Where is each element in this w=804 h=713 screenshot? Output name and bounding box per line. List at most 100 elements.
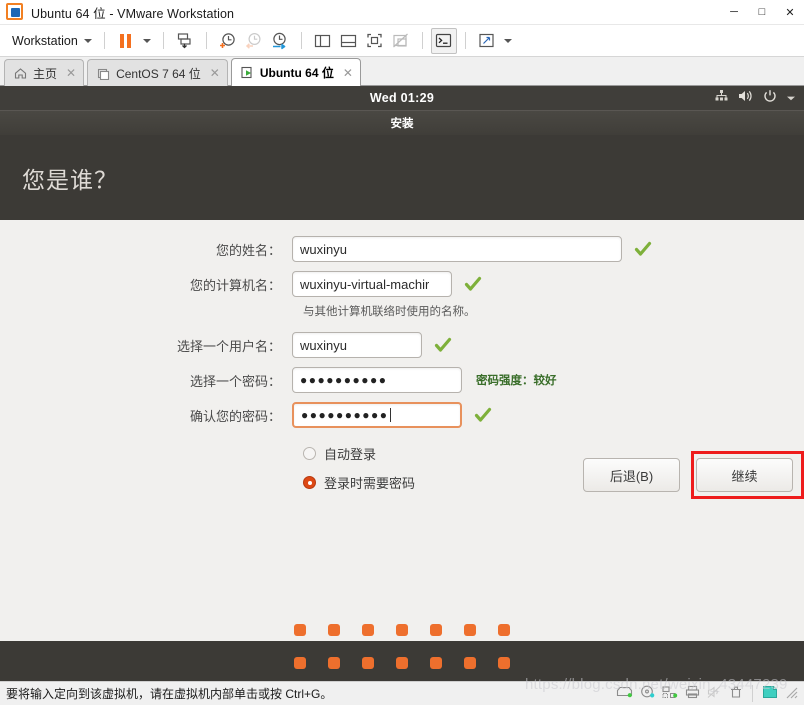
tab-close-icon[interactable]: ✕	[66, 66, 76, 80]
progress-dot	[294, 657, 306, 669]
progress-dot	[294, 624, 306, 636]
hostname-value: wuxinyu-virtual-machir	[300, 276, 430, 292]
installer-footer-strip	[0, 641, 804, 681]
toolbar-separator	[464, 32, 466, 49]
tab-centos-label: CentOS 7 64 位	[116, 66, 201, 81]
autologin-label: 自动登录	[324, 447, 377, 462]
pause-dropdown[interactable]	[139, 28, 155, 54]
back-button[interactable]: 后退(B)	[583, 458, 680, 492]
radio-unselected-icon	[303, 447, 316, 460]
toolbar-separator	[300, 32, 302, 49]
installer-window-title: 安装	[0, 110, 804, 135]
vmware-logo-icon	[6, 3, 24, 21]
take-snapshot-button[interactable]	[215, 28, 241, 54]
confirm-password-value: ●●●●●●●●●●	[301, 408, 389, 422]
ubuntu-top-panel: Wed 01:29	[0, 86, 804, 110]
status-separator	[752, 685, 753, 702]
progress-dot	[498, 624, 510, 636]
tab-close-icon[interactable]: ✕	[210, 66, 220, 80]
display-icon[interactable]	[762, 685, 778, 702]
snapshot-manager-icon	[273, 32, 286, 50]
username-input[interactable]: wuxinyu	[292, 332, 422, 358]
show-thumbnail-bar-button[interactable]	[336, 28, 362, 54]
green-check-icon	[634, 240, 652, 258]
tab-centos[interactable]: CentOS 7 64 位 ✕	[87, 59, 228, 86]
status-message: 要将输入定向到该虚拟机，请在虚拟机内部单击或按 Ctrl+G。	[6, 687, 333, 701]
require-password-radio[interactable]: 登录时需要密码	[303, 473, 415, 492]
fullscreen-button[interactable]	[362, 28, 388, 54]
green-check-icon	[474, 406, 492, 424]
minimize-button[interactable]: ─	[720, 0, 748, 25]
hostname-hint: 与其他计算机联络时使用的名称。	[303, 306, 476, 318]
toolbar-separator	[103, 32, 105, 49]
hostname-hint-row: 与其他计算机联络时使用的名称。	[0, 297, 804, 319]
show-library-button[interactable]	[310, 28, 336, 54]
password-value: ●●●●●●●●●●	[300, 373, 388, 387]
workstation-menu-button[interactable]: Workstation	[8, 34, 96, 48]
back-button-label: 后退(B)	[609, 468, 654, 484]
guest-vm-screen[interactable]: Wed 01:29 安装 您是谁？ 您的姓名： wuxinyu 您的计算机名： …	[0, 86, 804, 681]
thumbnail-bar-icon	[341, 34, 357, 48]
fullname-value: wuxinyu	[300, 241, 347, 257]
send-ctrl-alt-del-button[interactable]	[172, 28, 198, 54]
fullscreen-icon	[367, 33, 382, 48]
panel-clock[interactable]: Wed 01:29	[0, 91, 804, 105]
vmware-workstation-window: Ubuntu 64 位 - VMware Workstation ─ □ ✕ W…	[0, 0, 804, 713]
usb-icon[interactable]	[729, 685, 743, 702]
password-label: 选择一个密码：	[189, 373, 281, 389]
progress-dot	[396, 657, 408, 669]
radio-selected-icon	[303, 476, 316, 489]
unity-mode-button[interactable]	[388, 28, 414, 54]
fullname-input[interactable]: wuxinyu	[292, 236, 622, 262]
hostname-input[interactable]: wuxinyu-virtual-machir	[292, 271, 452, 297]
progress-dot	[328, 657, 340, 669]
field-row-confirm-password: 确认您的密码： ●●●●●●●●●●	[0, 393, 804, 428]
send-to-vm-icon	[178, 33, 191, 49]
progress-dot	[464, 657, 476, 669]
unity-mode-icon	[393, 33, 409, 48]
snapshot-add-icon	[220, 33, 235, 48]
field-row-username: 选择一个用户名： wuxinyu	[0, 319, 804, 358]
sound-card-icon[interactable]	[707, 685, 722, 702]
workstation-menu-label: Workstation	[12, 33, 78, 48]
network-adapter-icon[interactable]	[662, 685, 678, 702]
continue-button-highlight	[691, 451, 804, 499]
chevron-down-icon	[503, 38, 512, 43]
cd-dvd-icon[interactable]	[640, 685, 655, 702]
password-input[interactable]: ●●●●●●●●●●	[292, 367, 462, 393]
device-status-icons	[616, 685, 798, 702]
chevron-down-icon	[142, 38, 151, 43]
main-toolbar: Workstation	[0, 25, 804, 57]
green-check-icon	[464, 275, 482, 293]
pause-button[interactable]	[113, 28, 139, 54]
snapshot-manager-button[interactable]	[267, 28, 293, 54]
close-button[interactable]: ✕	[776, 0, 804, 25]
resize-grip-icon[interactable]	[785, 686, 798, 702]
field-row-hostname: 您的计算机名： wuxinyu-virtual-machir	[0, 262, 804, 297]
status-bar: 要将输入定向到该虚拟机，请在虚拟机内部单击或按 Ctrl+G。	[0, 681, 804, 705]
vm-running-icon	[241, 66, 254, 79]
library-panel-icon	[315, 34, 331, 48]
field-row-password: 选择一个密码： ●●●●●●●●●● 密码强度：较好	[0, 358, 804, 393]
hard-disk-icon[interactable]	[616, 685, 633, 702]
username-label: 选择一个用户名：	[176, 338, 281, 354]
tab-close-icon[interactable]: ✕	[343, 66, 353, 80]
progress-dot	[498, 657, 510, 669]
window-title: Ubuntu 64 位 - VMware Workstation	[31, 6, 235, 21]
console-view-button[interactable]	[430, 27, 457, 54]
toolbar-separator	[162, 32, 164, 49]
green-check-icon	[434, 336, 452, 354]
stretch-guest-button[interactable]	[474, 28, 500, 54]
tab-ubuntu[interactable]: Ubuntu 64 位 ✕	[230, 58, 361, 86]
stretch-dropdown[interactable]	[500, 28, 516, 54]
maximize-button[interactable]: □	[748, 0, 776, 25]
tab-home[interactable]: 主页 ✕	[4, 59, 85, 86]
confirm-password-input[interactable]: ●●●●●●●●●●	[292, 402, 462, 428]
autologin-radio[interactable]: 自动登录	[303, 444, 376, 463]
toolbar-separator	[421, 32, 423, 49]
revert-snapshot-button[interactable]	[241, 28, 267, 54]
progress-dot	[396, 624, 408, 636]
printer-icon[interactable]	[685, 685, 700, 702]
progress-dot	[430, 624, 442, 636]
home-icon	[14, 67, 27, 80]
